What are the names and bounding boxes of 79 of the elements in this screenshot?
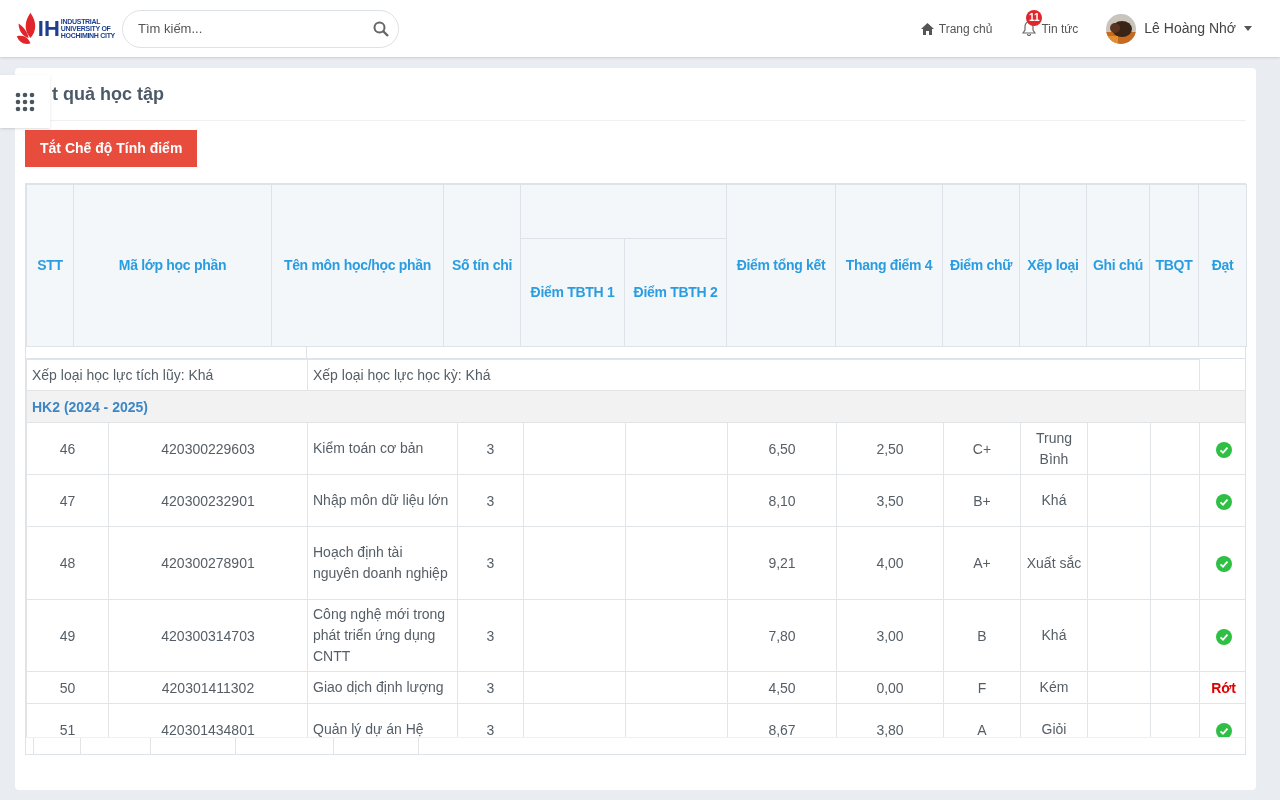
column-header: TBQT bbox=[1155, 257, 1193, 273]
table-cell: B bbox=[977, 627, 987, 644]
table-cell: 3 bbox=[486, 679, 495, 696]
home-link[interactable]: Trang chủ bbox=[920, 19, 993, 38]
table-cell: 48 bbox=[59, 555, 76, 571]
table-cell: 9,21 bbox=[768, 555, 796, 571]
table-cell: F bbox=[977, 679, 987, 696]
table-cell: Khá bbox=[1041, 492, 1067, 508]
search-field[interactable]: Tìm kiếm... bbox=[122, 9, 399, 48]
table-cell: A+ bbox=[973, 555, 991, 571]
table-cell: 420300232901 bbox=[161, 492, 255, 509]
table-cell: 46 bbox=[59, 440, 76, 457]
table-cell: 420301411302 bbox=[161, 679, 255, 696]
table-cell: Nhập môn dữ liệu lớn bbox=[313, 492, 449, 508]
fail-label: Rớt bbox=[1211, 679, 1236, 696]
table-cell: 3,80 bbox=[876, 721, 904, 737]
table-cell: 3 bbox=[486, 440, 495, 457]
user-name: Lê Hoàng Nhớ bbox=[1144, 19, 1236, 38]
column-header: Điểm TBTH 1 bbox=[530, 284, 615, 300]
table-cell: Khá bbox=[1041, 627, 1067, 643]
table-cell: Trung Bình bbox=[1035, 429, 1073, 467]
column-header: Ghi chú bbox=[1093, 257, 1143, 273]
table-cell: Hoạch định tài nguyên doanh nghiệp bbox=[313, 544, 448, 581]
user-menu[interactable]: Lê Hoàng Nhớ bbox=[1106, 13, 1252, 44]
column-header: Số tín chỉ bbox=[452, 257, 512, 273]
table-cell: A bbox=[977, 721, 987, 737]
column-header: Điểm chữ bbox=[949, 257, 1013, 273]
table-cell: 420300314703 bbox=[161, 627, 255, 644]
grid-icon bbox=[15, 91, 35, 112]
table-cell: 3,00 bbox=[876, 627, 904, 644]
column-header: Tên môn học/học phần bbox=[283, 257, 432, 273]
page-title: t quả học tập bbox=[52, 82, 164, 106]
table-cell: 3 bbox=[486, 492, 495, 509]
table-cell: C+ bbox=[972, 440, 992, 457]
table-cell: Công nghệ mới trong phát triển ứng dụng CNTT bbox=[313, 606, 446, 664]
table-cell: 47 bbox=[59, 492, 76, 509]
table-cell: 420300229603 bbox=[161, 440, 255, 457]
column-header: Điểm tổng kết bbox=[736, 257, 826, 273]
table-cell: 3 bbox=[486, 721, 495, 737]
toggle-grading-button[interactable]: Tắt Chế độ Tính điểm bbox=[25, 130, 198, 167]
table-cell: 3 bbox=[486, 627, 495, 644]
table-cell: Xếp loại học lực tích lũy: Khá bbox=[32, 367, 214, 383]
table-cell: 4,00 bbox=[876, 555, 904, 571]
column-header: Mã lớp học phần bbox=[118, 257, 227, 273]
bell-icon bbox=[1022, 21, 1037, 36]
table-cell: 6,50 bbox=[768, 440, 796, 457]
table-cell: 7,80 bbox=[768, 627, 796, 644]
table-cell: 8,10 bbox=[768, 492, 796, 509]
column-header: Điểm TBTH 2 bbox=[633, 284, 718, 300]
table-cell: 3,50 bbox=[876, 492, 904, 509]
table-cell: 50 bbox=[59, 679, 76, 696]
search-icon[interactable] bbox=[373, 20, 389, 37]
column-header: STT bbox=[37, 257, 63, 273]
home-icon bbox=[920, 22, 934, 35]
column-header: Xếp loại bbox=[1027, 257, 1079, 273]
table-cell: 0,00 bbox=[876, 679, 904, 696]
table-cell: 420301434801 bbox=[161, 721, 255, 737]
apps-menu-button[interactable] bbox=[0, 75, 50, 128]
table-cell: Kém bbox=[1039, 679, 1069, 695]
caret-icon bbox=[1244, 26, 1252, 31]
table-cell: Xếp loại học lực học kỳ: Khá bbox=[313, 367, 491, 383]
table-cell: 2,50 bbox=[876, 440, 904, 457]
table-cell: 4,50 bbox=[768, 679, 796, 696]
table-cell: 51 bbox=[59, 721, 76, 737]
table-cell: 420300278901 bbox=[161, 555, 255, 571]
table-cell: Giỏi bbox=[1041, 721, 1067, 737]
column-header: Đạt bbox=[1211, 257, 1234, 273]
column-header: Thang điểm 4 bbox=[845, 257, 933, 273]
table-cell: B+ bbox=[973, 492, 991, 509]
logo-mark: IH bbox=[37, 17, 60, 40]
table-cell: Giao dịch định lượng bbox=[313, 679, 444, 695]
table-cell: 3 bbox=[486, 555, 495, 571]
semester-heading: HK2 (2024 - 2025) bbox=[32, 398, 148, 415]
table-cell: Kiểm toán cơ bản bbox=[313, 440, 424, 456]
table-cell: 49 bbox=[59, 627, 76, 644]
table-cell: Xuất sắc bbox=[1026, 554, 1082, 571]
table-cell: Quản lý dự án Hệ bbox=[313, 721, 424, 737]
notification-badge: 11 bbox=[1026, 9, 1043, 26]
table-cell: 8,67 bbox=[768, 721, 796, 737]
